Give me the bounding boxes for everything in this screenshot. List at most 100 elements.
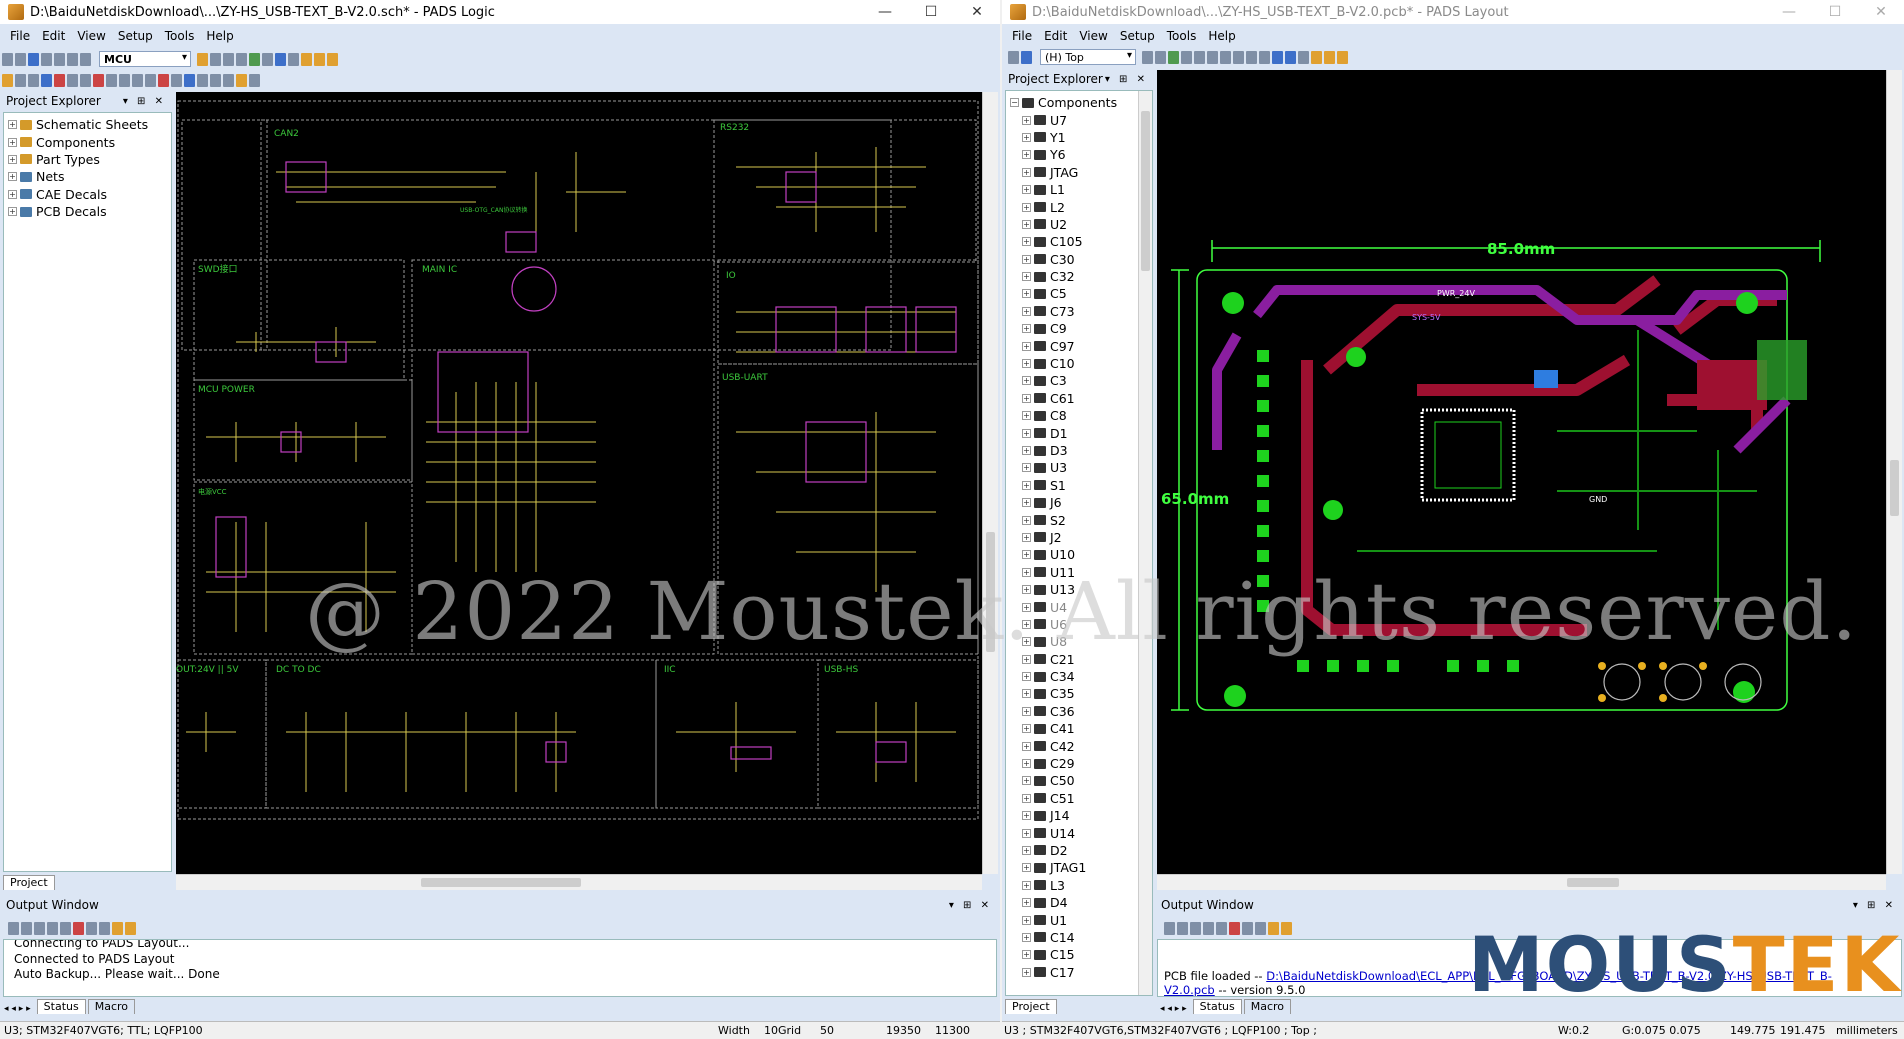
expand-icon[interactable]: + <box>1022 776 1031 786</box>
menu-view[interactable]: View <box>1079 29 1107 43</box>
close-icon[interactable]: ✕ <box>954 0 1000 24</box>
mirror-icon[interactable] <box>132 73 143 87</box>
expand-icon[interactable]: + <box>1022 880 1031 890</box>
forward-icon[interactable] <box>21 921 32 935</box>
expand-icon[interactable]: + <box>8 207 17 217</box>
router-icon[interactable] <box>288 52 299 66</box>
ground-icon[interactable] <box>223 73 234 87</box>
tree-item-component[interactable]: + C41 <box>1006 720 1136 737</box>
tree-item-component[interactable]: + J2 <box>1006 529 1136 546</box>
split-icon[interactable] <box>158 73 169 87</box>
expand-icon[interactable]: + <box>1022 672 1031 682</box>
tab-scroll-arrows[interactable]: ◂ ◂ ▸ ▸ <box>1160 1004 1187 1014</box>
tree-item-component[interactable]: + U14 <box>1006 824 1136 841</box>
print-icon[interactable] <box>1242 921 1253 935</box>
tree-item-component[interactable]: + C29 <box>1006 755 1136 772</box>
tree-item-component[interactable]: + C21 <box>1006 651 1136 668</box>
tree-item-component[interactable]: + U4 <box>1006 598 1136 615</box>
stop-icon[interactable] <box>34 921 45 935</box>
scroll-thumb[interactable] <box>1141 111 1150 271</box>
zoom-icon[interactable] <box>236 52 247 66</box>
status-tab[interactable]: Status <box>36 999 86 1014</box>
expand-icon[interactable]: + <box>1022 324 1031 334</box>
open-icon[interactable] <box>15 52 26 66</box>
expand-icon[interactable]: + <box>1022 585 1031 595</box>
query-icon[interactable] <box>249 73 260 87</box>
find-icon[interactable] <box>262 52 273 66</box>
project-tab[interactable]: Project <box>1005 999 1057 1014</box>
tree-item-component[interactable]: + C35 <box>1006 685 1136 702</box>
expand-icon[interactable]: + <box>1022 515 1031 525</box>
minimize-icon[interactable]: — <box>1766 0 1812 24</box>
redo-icon[interactable] <box>223 52 234 66</box>
panel-pin-icon[interactable]: ▾ ⊞ ✕ <box>1105 74 1148 85</box>
tree-item-component[interactable]: + L1 <box>1006 181 1136 198</box>
tree-item-component[interactable]: + D4 <box>1006 894 1136 911</box>
expand-icon[interactable]: + <box>1022 498 1031 508</box>
tree-item-component[interactable]: + U13 <box>1006 581 1136 598</box>
verify-icon[interactable] <box>1285 50 1296 64</box>
layout-title-bar[interactable]: D:\BaiduNetdiskDownload\...\ZY-HS_USB-TE… <box>1002 0 1904 24</box>
tree-item-component[interactable]: + C15 <box>1006 946 1136 963</box>
copy-icon[interactable] <box>1216 921 1227 935</box>
tree-item-component[interactable]: + J6 <box>1006 494 1136 511</box>
expand-icon[interactable]: + <box>1022 393 1031 403</box>
scroll-thumb[interactable] <box>1567 878 1619 887</box>
expand-icon[interactable]: + <box>1022 898 1031 908</box>
expand-icon[interactable]: + <box>8 172 17 182</box>
expand-icon[interactable]: + <box>8 120 17 130</box>
close-icon[interactable]: ✕ <box>1858 0 1904 24</box>
sheet-select[interactable]: MCU <box>99 51 191 67</box>
schematic-vertical-scrollbar[interactable] <box>982 92 998 874</box>
tree-item-component[interactable]: + U11 <box>1006 564 1136 581</box>
net-icon[interactable] <box>184 73 195 87</box>
tree-item-component[interactable]: + U10 <box>1006 546 1136 563</box>
tree-item-component[interactable]: + Y1 <box>1006 129 1136 146</box>
tree-item-component[interactable]: + U6 <box>1006 616 1136 633</box>
tree-item-component[interactable]: + JTAG <box>1006 164 1136 181</box>
tree-item-component[interactable]: + C3 <box>1006 372 1136 389</box>
print-icon[interactable] <box>86 921 97 935</box>
tree-item-component[interactable]: + U7 <box>1006 111 1136 128</box>
expand-icon[interactable]: + <box>1022 185 1031 195</box>
expand-icon[interactable]: + <box>1022 567 1031 577</box>
add-wire-icon[interactable] <box>41 73 52 87</box>
sync-icon[interactable] <box>1324 50 1335 64</box>
expand-icon[interactable]: + <box>1022 759 1031 769</box>
maximize-icon[interactable]: ☐ <box>908 0 954 24</box>
expand-icon[interactable]: + <box>1022 132 1031 142</box>
layout-link-icon[interactable] <box>275 52 286 66</box>
tree-item-component[interactable]: + U3 <box>1006 459 1136 476</box>
expand-icon[interactable]: + <box>1022 619 1031 629</box>
expand-icon[interactable]: + <box>1022 480 1031 490</box>
minimize-icon[interactable]: — <box>862 0 908 24</box>
expand-icon[interactable]: + <box>1022 828 1031 838</box>
rotate-icon[interactable] <box>28 73 39 87</box>
expand-icon[interactable]: + <box>1022 289 1031 299</box>
expand-icon[interactable]: + <box>1022 411 1031 421</box>
delete-icon[interactable] <box>73 921 84 935</box>
schematic-horizontal-scrollbar[interactable] <box>176 874 982 890</box>
tree-item-component[interactable]: + C36 <box>1006 703 1136 720</box>
cut-icon[interactable] <box>54 52 65 66</box>
tree-item-component[interactable]: + C17 <box>1006 964 1136 981</box>
expand-icon[interactable]: + <box>8 137 17 147</box>
add-text-icon[interactable] <box>106 73 117 87</box>
logic-link-icon[interactable] <box>1311 50 1322 64</box>
back-icon[interactable] <box>1164 921 1175 935</box>
menu-view[interactable]: View <box>77 29 105 43</box>
highlight-icon[interactable] <box>112 921 123 935</box>
expand-icon[interactable]: + <box>1022 724 1031 734</box>
expand-icon[interactable]: + <box>1022 811 1031 821</box>
properties-icon[interactable] <box>236 73 247 87</box>
menu-setup[interactable]: Setup <box>1120 29 1155 43</box>
macro-tab[interactable]: Macro <box>1243 999 1292 1014</box>
tree-item-component[interactable]: + D3 <box>1006 442 1136 459</box>
redo-icon[interactable] <box>1246 50 1257 64</box>
tree-item-component[interactable]: + L3 <box>1006 877 1136 894</box>
tree-item-components-root[interactable]: − Components <box>1006 94 1136 111</box>
expand-icon[interactable]: + <box>1022 341 1031 351</box>
macro-tab[interactable]: Macro <box>87 999 136 1014</box>
expand-icon[interactable]: + <box>1022 950 1031 960</box>
pcb-horizontal-scrollbar[interactable] <box>1157 874 1886 890</box>
